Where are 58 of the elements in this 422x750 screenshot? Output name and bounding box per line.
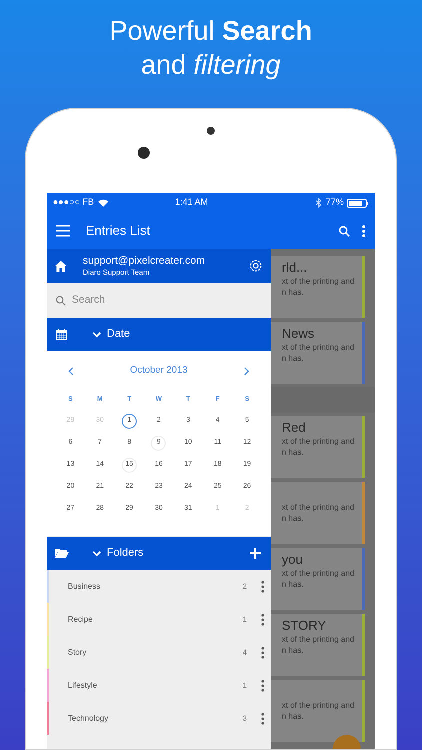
entry-snippet: xt of the printing and (282, 436, 354, 447)
folder-name: Lifestyle (68, 680, 98, 692)
search-icon[interactable] (339, 226, 350, 236)
next-month-icon[interactable] (244, 366, 250, 376)
folder-name: Story (68, 646, 87, 658)
entry-title: Red (282, 420, 306, 436)
entry-snippet: n has. (282, 579, 304, 590)
home-icon (55, 260, 67, 272)
entry-title: rld... (282, 260, 308, 276)
clock-label: 1:41 AM (175, 196, 208, 210)
search-field[interactable]: Search (72, 292, 252, 308)
carrier-label: ●●●○○ FB (53, 196, 94, 210)
entry-snippet: xt of the printing and (282, 634, 354, 645)
date-section-title: Date (107, 327, 130, 342)
previous-month-icon[interactable] (68, 366, 74, 376)
folder-icon (55, 548, 69, 559)
bluetooth-icon (316, 198, 322, 208)
wifi-icon (98, 199, 110, 207)
entry-snippet: n has. (282, 287, 304, 298)
entry-title: you (282, 552, 303, 568)
entry-title: STORY (282, 618, 326, 634)
battery-percent: 77% (326, 196, 344, 210)
date-section-header[interactable]: Date (47, 318, 271, 351)
toolbar-title: Entries List (86, 222, 150, 240)
speaker-icon (138, 147, 150, 159)
menu-icon[interactable] (56, 225, 70, 237)
more-icon[interactable] (261, 614, 265, 626)
entry-snippet: n has. (282, 711, 304, 722)
entry-snippet: xt of the printing and (282, 700, 354, 711)
folders-section-header[interactable]: Folders (47, 537, 271, 570)
settings-icon[interactable] (249, 259, 263, 273)
more-icon[interactable] (261, 580, 265, 592)
account-email: support@pixelcreater.com (83, 254, 206, 268)
entry-snippet: xt of the printing and (282, 276, 354, 287)
entry-snippet: n has. (282, 645, 304, 656)
camera-icon (207, 127, 215, 135)
calendar-icon (56, 328, 68, 340)
entry-snippet: n has. (282, 447, 304, 458)
more-icon[interactable] (362, 224, 366, 238)
folder-name: Recipe (68, 614, 93, 626)
more-icon[interactable] (261, 646, 265, 658)
more-icon[interactable] (261, 680, 265, 692)
month-title: October 2013 (130, 364, 188, 378)
entry-snippet: n has. (282, 513, 304, 524)
entry-snippet: xt of the printing and (282, 568, 354, 579)
folders-section-title: Folders (107, 546, 144, 562)
folder-name: Business (68, 580, 100, 592)
add-icon[interactable] (250, 548, 261, 559)
folder-name: Technology (68, 712, 108, 724)
entry-snippet: n has. (282, 353, 304, 364)
headline: and filtering (141, 49, 281, 82)
search-icon (56, 296, 66, 306)
headline: Powerful Search (110, 15, 312, 48)
entry-snippet: xt of the printing and (282, 502, 354, 513)
battery-icon (347, 198, 369, 208)
more-icon[interactable] (261, 712, 265, 724)
entry-title: News (282, 326, 315, 342)
entry-snippet: xt of the printing and (282, 342, 354, 353)
